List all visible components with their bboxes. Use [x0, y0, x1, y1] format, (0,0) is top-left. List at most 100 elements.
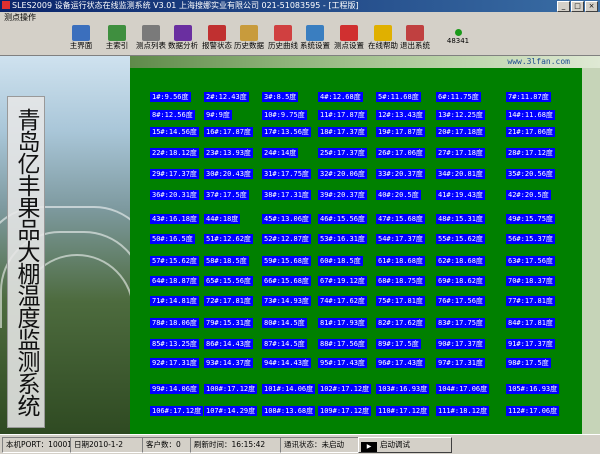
sensor-reading[interactable]: 29#:17.37度 [150, 169, 199, 179]
sensor-reading[interactable]: 9#:9度 [204, 110, 232, 120]
sensor-reading[interactable]: 13#:12.25度 [436, 110, 485, 120]
sensor-reading[interactable]: 75#:17.81度 [376, 296, 425, 306]
sensor-reading[interactable]: 89#:17.5度 [376, 339, 421, 349]
sensor-reading[interactable]: 33#:20.37度 [376, 169, 425, 179]
sensor-reading[interactable]: 91#:17.37度 [506, 339, 555, 349]
sensor-reading[interactable]: 17#:13.56度 [262, 127, 311, 137]
sensor-reading[interactable]: 87#:14.5度 [262, 339, 307, 349]
sensor-reading[interactable]: 53#:16.31度 [318, 234, 367, 244]
sensor-reading[interactable]: 106#:17.12度 [150, 406, 204, 416]
sensor-reading[interactable]: 62#:18.68度 [436, 256, 485, 266]
sensor-reading[interactable]: 47#:15.68度 [376, 214, 425, 224]
sensor-reading[interactable]: 100#:17.12度 [204, 384, 258, 394]
sensor-reading[interactable]: 94#:14.43度 [262, 358, 311, 368]
toolbar-button-5[interactable]: 历史数据 [232, 24, 266, 54]
sensor-reading[interactable]: 67#:19.12度 [318, 276, 367, 286]
sensor-reading[interactable]: 25#:17.37度 [318, 148, 367, 158]
sensor-reading[interactable]: 55#:15.62度 [436, 234, 485, 244]
sensor-reading[interactable]: 70#:18.37度 [506, 276, 555, 286]
sensor-reading[interactable]: 72#:17.81度 [204, 296, 253, 306]
sensor-reading[interactable]: 109#:17.12度 [318, 406, 372, 416]
sensor-reading[interactable]: 80#:14.5度 [262, 318, 307, 328]
toolbar-button-0[interactable]: 主界面 [64, 24, 98, 54]
sensor-reading[interactable]: 92#:17.31度 [150, 358, 199, 368]
toolbar-button-7[interactable]: 系统设置 [298, 24, 332, 54]
sensor-reading[interactable]: 24#:14度 [262, 148, 299, 158]
sensor-reading[interactable]: 103#:16.93度 [376, 384, 430, 394]
sensor-reading[interactable]: 40#:20.5度 [376, 190, 421, 200]
sensor-reading[interactable]: 48#:15.31度 [436, 214, 485, 224]
sensor-reading[interactable]: 28#:17.12度 [506, 148, 555, 158]
sensor-reading[interactable]: 38#:17.31度 [262, 190, 311, 200]
sensor-reading[interactable]: 5#:11.68度 [376, 92, 421, 102]
sensor-reading[interactable]: 43#:16.18度 [150, 214, 199, 224]
sensor-reading[interactable]: 88#:17.56度 [318, 339, 367, 349]
maximize-icon[interactable]: □ [571, 1, 584, 12]
sensor-reading[interactable]: 61#:18.68度 [376, 256, 425, 266]
sensor-reading[interactable]: 64#:18.87度 [150, 276, 199, 286]
toolbar-button-8[interactable]: 测点设置 [332, 24, 366, 54]
sensor-reading[interactable]: 1#:9.56度 [150, 92, 191, 102]
sensor-reading[interactable]: 36#:20.31度 [150, 190, 199, 200]
sensor-reading[interactable]: 99#:14.06度 [150, 384, 199, 394]
sensor-reading[interactable]: 39#:20.37度 [318, 190, 367, 200]
toolbar-button-1[interactable]: 主索引 [100, 24, 134, 54]
sensor-reading[interactable]: 65#:15.56度 [204, 276, 253, 286]
toolbar-button-4[interactable]: 报警状态 [200, 24, 234, 54]
sensor-reading[interactable]: 76#:17.56度 [436, 296, 485, 306]
sensor-reading[interactable]: 66#:15.68度 [262, 276, 311, 286]
sensor-reading[interactable]: 86#:14.43度 [204, 339, 253, 349]
sensor-reading[interactable]: 58#:18.5度 [204, 256, 249, 266]
sensor-reading[interactable]: 84#:17.81度 [506, 318, 555, 328]
sensor-reading[interactable]: 32#:20.06度 [318, 169, 367, 179]
sensor-reading[interactable]: 12#:13.43度 [376, 110, 425, 120]
sensor-reading[interactable]: 19#:17.87度 [376, 127, 425, 137]
toolbar-button-2[interactable]: 测点列表 [134, 24, 168, 54]
sensor-reading[interactable]: 77#:17.81度 [506, 296, 555, 306]
menu-item-point-operation[interactable]: 测点操作 [4, 13, 36, 22]
sensor-reading[interactable]: 79#:15.31度 [204, 318, 253, 328]
sensor-reading[interactable]: 8#:12.56度 [150, 110, 195, 120]
sensor-reading[interactable]: 101#:14.06度 [262, 384, 316, 394]
sensor-reading[interactable]: 78#:18.06度 [150, 318, 199, 328]
sensor-reading[interactable]: 112#:17.06度 [506, 406, 560, 416]
sensor-reading[interactable]: 74#:17.62度 [318, 296, 367, 306]
sensor-reading[interactable]: 41#:19.43度 [436, 190, 485, 200]
sensor-reading[interactable]: 10#:9.75度 [262, 110, 307, 120]
sensor-reading[interactable]: 73#:14.93度 [262, 296, 311, 306]
sensor-reading[interactable]: 52#:12.87度 [262, 234, 311, 244]
sensor-reading[interactable]: 27#:17.18度 [436, 148, 485, 158]
sensor-reading[interactable]: 30#:20.43度 [204, 169, 253, 179]
sensor-reading[interactable]: 16#:17.87度 [204, 127, 253, 137]
sensor-reading[interactable]: 57#:15.62度 [150, 256, 199, 266]
sensor-reading[interactable]: 20#:17.18度 [436, 127, 485, 137]
sensor-reading[interactable]: 22#:18.12度 [150, 148, 199, 158]
toolbar-button-10[interactable]: 退出系统 [398, 24, 432, 54]
sensor-reading[interactable]: 44#:18度 [204, 214, 241, 224]
sensor-reading[interactable]: 85#:13.25度 [150, 339, 199, 349]
sensor-reading[interactable]: 3#:8.5度 [262, 92, 299, 102]
panel-scrollbar[interactable] [582, 68, 600, 434]
sensor-reading[interactable]: 21#:17.06度 [506, 127, 555, 137]
toolbar-button-9[interactable]: 在线帮助 [366, 24, 400, 54]
sensor-reading[interactable]: 104#:17.06度 [436, 384, 490, 394]
sensor-reading[interactable]: 93#:14.37度 [204, 358, 253, 368]
sensor-reading[interactable]: 15#:14.56度 [150, 127, 199, 137]
sensor-reading[interactable]: 98#:17.5度 [506, 358, 551, 368]
sensor-reading[interactable]: 102#:17.12度 [318, 384, 372, 394]
sensor-reading[interactable]: 105#:16.93度 [506, 384, 560, 394]
sensor-reading[interactable]: 107#:14.29度 [204, 406, 258, 416]
sensor-reading[interactable]: 90#:17.37度 [436, 339, 485, 349]
close-icon[interactable]: × [585, 1, 598, 12]
sensor-reading[interactable]: 97#:17.31度 [436, 358, 485, 368]
toolbar-button-6[interactable]: 历史曲线 [266, 24, 300, 54]
sensor-reading[interactable]: 81#:17.93度 [318, 318, 367, 328]
sensor-reading[interactable]: 50#:16.5度 [150, 234, 195, 244]
sensor-reading[interactable]: 46#:15.56度 [318, 214, 367, 224]
sensor-reading[interactable]: 95#:17.43度 [318, 358, 367, 368]
sensor-reading[interactable]: 54#:17.37度 [376, 234, 425, 244]
start-debug-button[interactable]: ▶ 启动调试 [358, 437, 452, 453]
sensor-reading[interactable]: 23#:13.93度 [204, 148, 253, 158]
sensor-reading[interactable]: 71#:14.81度 [150, 296, 199, 306]
sensor-reading[interactable]: 83#:17.75度 [436, 318, 485, 328]
